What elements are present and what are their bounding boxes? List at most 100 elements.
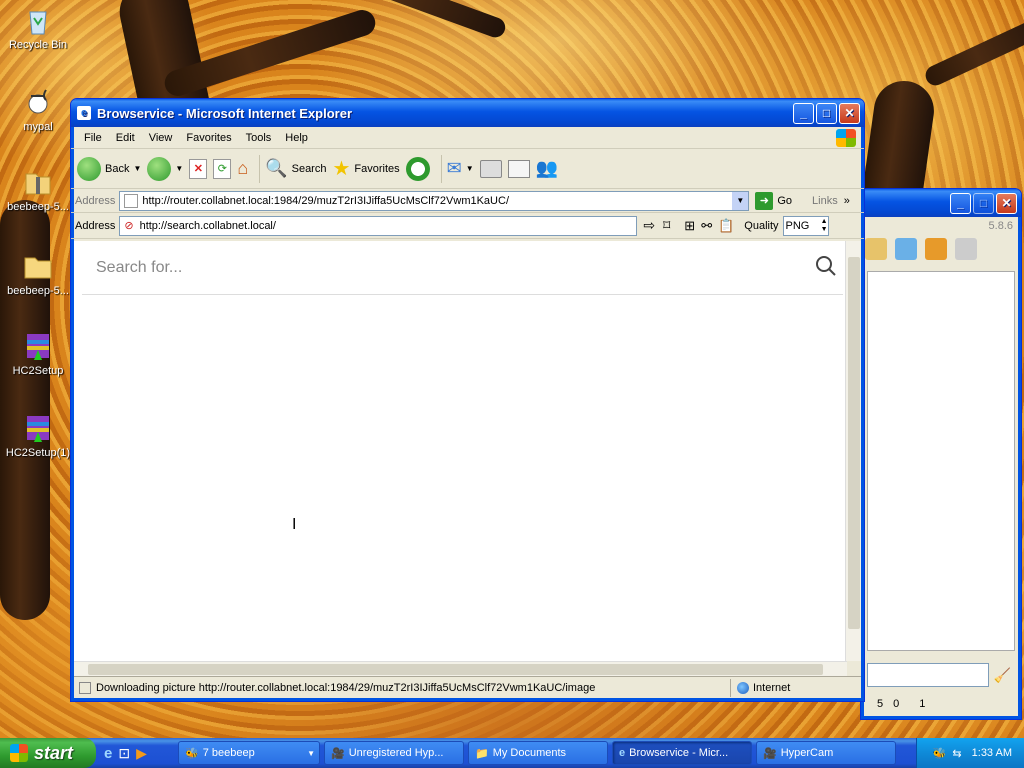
quality-label: Quality [744, 219, 779, 232]
task-browservice[interactable]: e Browservice - Micr... [612, 741, 752, 765]
bookmark-icon[interactable]: ⌑ [663, 217, 670, 234]
desktop-icon-hc2setup-1[interactable]: HC2Setup(1) [0, 412, 76, 459]
taskbar: start e ⊡ ▶ 🐝 7 beebeep ▼ 🎥 Unregistered… [0, 738, 1024, 768]
print-button[interactable] [479, 159, 502, 178]
desktop-icon-beebeep-zip[interactable]: beebeep-5... [0, 166, 76, 213]
menu-favorites[interactable]: Favorites [179, 132, 238, 144]
update-icon[interactable] [925, 238, 947, 260]
media-player-icon[interactable]: ▶ [136, 745, 147, 762]
desktop-icon[interactable]: ⊡ [118, 745, 130, 762]
find-icon[interactable]: ⊞ [684, 218, 695, 234]
menu-edit[interactable]: Edit [109, 132, 142, 144]
search-icon[interactable] [815, 255, 837, 280]
desktop-icon-hc2setup[interactable]: HC2Setup [0, 330, 76, 377]
chevron-right-icon[interactable]: » [844, 195, 850, 207]
close-button[interactable]: ✕ [996, 192, 1017, 214]
mypal-icon [22, 86, 54, 118]
menu-file[interactable]: File [77, 132, 109, 144]
stat-unread: 0 [893, 698, 900, 710]
scrollbar-thumb[interactable] [88, 664, 823, 675]
messenger-button[interactable]: 👥 [536, 158, 558, 179]
task-label: My Documents [492, 747, 567, 759]
insecure-icon: ⊘ [124, 220, 134, 232]
horizontal-scrollbar[interactable] [74, 661, 847, 677]
address-label: Address [75, 194, 116, 207]
spinner-icon[interactable]: ▲ ▼ [821, 218, 828, 234]
mail-button[interactable]: ✉ ▼ [447, 158, 474, 179]
task-hypercam[interactable]: 🎥 HyperCam [756, 741, 896, 765]
dropdown-arrow-icon[interactable]: ▼ [133, 164, 141, 173]
go-arrow-icon[interactable]: ⇨ [643, 217, 655, 234]
clear-icon[interactable] [955, 238, 977, 260]
maximize-button[interactable]: □ [816, 102, 837, 124]
task-my-documents[interactable]: 📁 My Documents [468, 741, 608, 765]
home-button[interactable]: ⌂ [237, 158, 248, 179]
menu-bar: File Edit View Favorites Tools Help [71, 127, 864, 149]
settings-icon[interactable] [865, 238, 887, 260]
ie-icon: e [619, 747, 626, 759]
vertical-scrollbar[interactable] [845, 241, 861, 661]
favorites-label: Favorites [354, 162, 400, 175]
minimize-button[interactable]: _ [950, 192, 971, 214]
broom-icon[interactable]: 🧹 [994, 667, 1011, 684]
search-button[interactable]: 🔍 Search [265, 158, 326, 179]
stop-button[interactable]: ✕ [189, 158, 208, 179]
desktop-icon-beebeep-folder[interactable]: beebeep-5... [0, 250, 76, 297]
favorites-button[interactable]: ★ Favorites [332, 156, 399, 181]
scrollbar-thumb[interactable] [848, 257, 860, 629]
address-input[interactable]: http://router.collabnet.local:1984/29/mu… [119, 190, 750, 211]
close-button[interactable]: ✕ [839, 102, 860, 124]
chat-panel[interactable] [867, 271, 1015, 651]
bs-address-input[interactable]: ⊘ http://search.collabnet.local/ [119, 215, 638, 236]
beebeep-tray-icon[interactable]: 🐝 [933, 747, 947, 760]
back-button[interactable]: Back ▼ [77, 156, 141, 181]
ie-window[interactable]: e Browservice - Microsoft Internet Explo… [70, 98, 865, 702]
system-tray: 🐝 ⇆ 1:33 AM [916, 738, 1024, 768]
desktop-icon-label: beebeep-5... [7, 285, 69, 297]
refresh-button[interactable]: ⟳ [213, 158, 232, 179]
maximize-button[interactable]: □ [973, 192, 994, 214]
go-arrow-icon: ➜ [755, 191, 774, 210]
task-beebeep[interactable]: 🐝 7 beebeep ▼ [178, 741, 320, 765]
browservice-toolbar: Address ⊘ http://search.collabnet.local/… [71, 213, 864, 239]
search-bar[interactable]: Search for... [82, 241, 843, 295]
message-input[interactable] [867, 663, 989, 687]
go-button[interactable]: ➜ Go [755, 191, 793, 210]
quality-select[interactable]: PNG ▲ ▼ [782, 215, 829, 236]
winrar-installer-icon [22, 412, 54, 444]
dropdown-arrow-icon[interactable]: ▼ [175, 164, 183, 173]
menu-help[interactable]: Help [278, 132, 315, 144]
desktop-icon-mypal[interactable]: mypal [0, 86, 76, 133]
chevron-down-icon[interactable]: ▼ [732, 191, 749, 210]
links-label[interactable]: Links [812, 195, 838, 207]
beebeep-titlebar[interactable]: _ □ ✕ [861, 189, 1021, 217]
clock[interactable]: 1:33 AM [972, 747, 1012, 759]
page-content[interactable]: Search for... I [74, 241, 847, 661]
menu-tools[interactable]: Tools [239, 132, 279, 144]
history-button[interactable] [405, 156, 430, 181]
address-url: http://router.collabnet.local:1984/29/mu… [142, 194, 509, 207]
globe-icon [737, 681, 749, 694]
clipboard-icon[interactable]: 📋 [718, 218, 734, 234]
network-tray-icon[interactable]: ⇆ [952, 747, 961, 760]
dropdown-arrow-icon: ▼ [465, 164, 474, 173]
messenger-icon: 👥 [535, 158, 559, 178]
ie-icon[interactable]: e [104, 745, 112, 762]
tools-icon[interactable] [895, 238, 917, 260]
beebeep-toolbar [861, 232, 1021, 266]
menu-view[interactable]: View [142, 132, 180, 144]
edit-button[interactable] [507, 159, 530, 178]
go-label: Go [777, 194, 793, 207]
forward-button[interactable]: ▼ [147, 156, 183, 181]
windows-logo-icon [10, 744, 28, 762]
text-cursor-icon: I [292, 516, 297, 533]
start-button[interactable]: start [0, 738, 96, 768]
desktop-icon-recycle-bin[interactable]: Recycle Bin [0, 4, 76, 51]
task-hypercam-unregistered[interactable]: 🎥 Unregistered Hyp... [324, 741, 464, 765]
ie-titlebar[interactable]: e Browservice - Microsoft Internet Explo… [71, 99, 864, 127]
page-icon [124, 193, 139, 208]
beebeep-window[interactable]: _ □ ✕ 5.8.6 🧹 5 0 1 [860, 188, 1022, 720]
search-input[interactable]: Search for... [82, 259, 815, 277]
binoculars-icon[interactable]: ⚯ [701, 218, 712, 234]
minimize-button[interactable]: _ [793, 102, 814, 124]
